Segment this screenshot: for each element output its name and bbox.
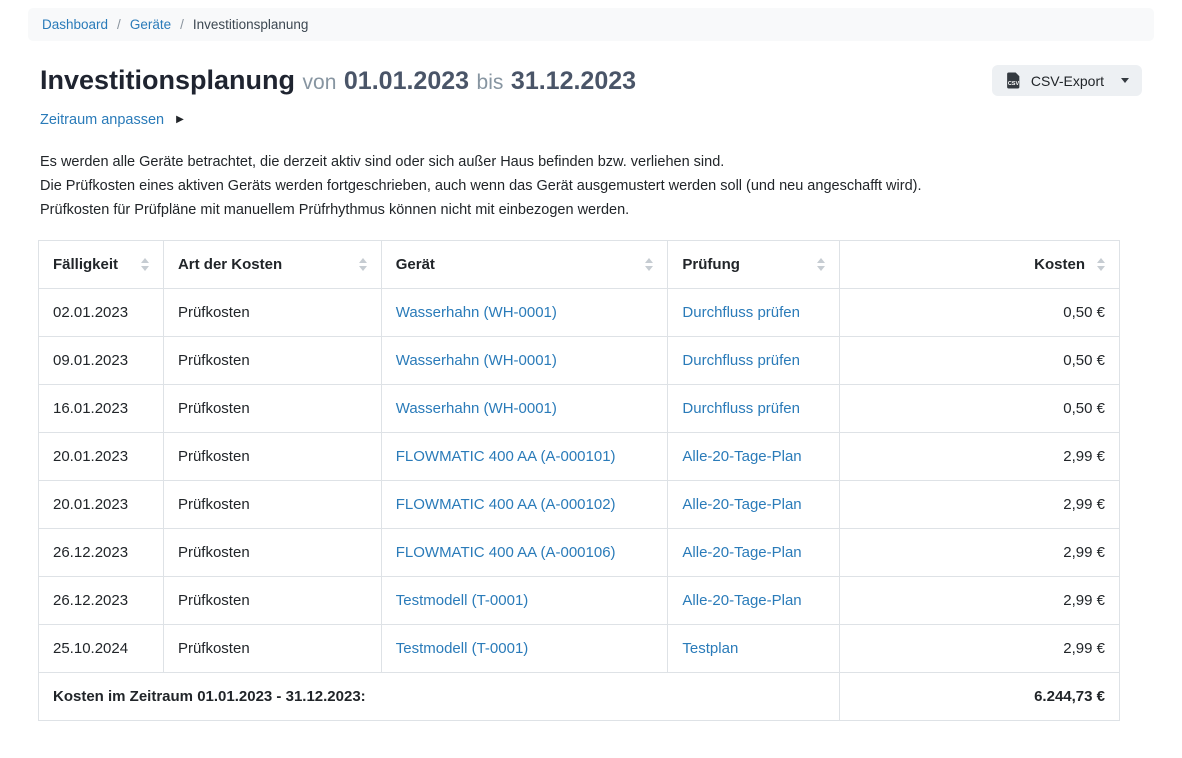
csv-export-button[interactable]: CSV CSV-Export: [992, 65, 1142, 96]
collapse-toggle-icon[interactable]: ▶: [176, 115, 184, 125]
csv-export-label: CSV-Export: [1031, 73, 1104, 89]
breadcrumb: Dashboard / Geräte / Investitionsplanung: [28, 8, 1154, 41]
page-title: Investitionsplanung von 01.01.2023 bis 3…: [40, 65, 636, 96]
column-header-art-der-kosten[interactable]: Art der Kosten: [163, 241, 381, 289]
breadcrumb-current: Investitionsplanung: [193, 17, 309, 32]
cell-art-der-kosten: Prüfkosten: [163, 577, 381, 625]
cell-art-der-kosten: Prüfkosten: [163, 625, 381, 673]
column-header-label: Fälligkeit: [53, 256, 118, 273]
intro-line-1: Es werden alle Geräte betrachtet, die de…: [40, 150, 1142, 174]
pruefung-link[interactable]: Alle-20-Tage-Plan: [682, 544, 801, 561]
geraet-link[interactable]: Wasserhahn (WH-0001): [396, 400, 557, 417]
csv-file-icon: CSV: [1005, 72, 1022, 89]
table-row: 26.12.2023 Prüfkosten Testmodell (T-0001…: [39, 577, 1120, 625]
cell-faelligkeit: 09.01.2023: [39, 337, 164, 385]
zeitraum-row: Zeitraum anpassen ▶: [40, 112, 1142, 128]
table-row: 25.10.2024 Prüfkosten Testmodell (T-0001…: [39, 625, 1120, 673]
pruefung-link[interactable]: Alle-20-Tage-Plan: [682, 496, 801, 513]
column-header-label: Art der Kosten: [178, 256, 282, 273]
breadcrumb-link-dashboard[interactable]: Dashboard: [42, 17, 108, 32]
column-header-faelligkeit[interactable]: Fälligkeit: [39, 241, 164, 289]
cell-faelligkeit: 26.12.2023: [39, 529, 164, 577]
table-row: 20.01.2023 Prüfkosten FLOWMATIC 400 AA (…: [39, 433, 1120, 481]
cell-kosten: 0,50 €: [840, 337, 1120, 385]
sort-icon: [141, 258, 149, 271]
column-header-kosten[interactable]: Kosten: [840, 241, 1120, 289]
date-to: 31.12.2023: [511, 67, 636, 95]
zeitraum-anpassen-link[interactable]: Zeitraum anpassen: [40, 112, 164, 128]
cell-kosten: 2,99 €: [840, 481, 1120, 529]
cell-art-der-kosten: Prüfkosten: [163, 481, 381, 529]
svg-text:CSV: CSV: [1008, 81, 1020, 87]
page-title-text: Investitionsplanung: [40, 65, 295, 95]
breadcrumb-separator: /: [180, 17, 184, 32]
intro-text: Es werden alle Geräte betrachtet, die de…: [40, 150, 1142, 222]
geraet-link[interactable]: Wasserhahn (WH-0001): [396, 352, 557, 369]
von-label: von: [303, 71, 337, 94]
sort-icon: [817, 258, 825, 271]
table-header-row: Fälligkeit Art der Kosten Gerät: [39, 241, 1120, 289]
intro-line-3: Prüfkosten für Prüfpläne mit manuellem P…: [40, 198, 1142, 222]
sort-icon: [1097, 258, 1105, 271]
pruefung-link[interactable]: Alle-20-Tage-Plan: [682, 592, 801, 609]
pruefung-link[interactable]: Testplan: [682, 640, 738, 657]
table-footer-row: Kosten im Zeitraum 01.01.2023 - 31.12.20…: [39, 673, 1120, 721]
cell-faelligkeit: 20.01.2023: [39, 433, 164, 481]
geraet-link[interactable]: Wasserhahn (WH-0001): [396, 304, 557, 321]
cell-art-der-kosten: Prüfkosten: [163, 289, 381, 337]
cell-kosten: 2,99 €: [840, 577, 1120, 625]
pruefung-link[interactable]: Durchfluss prüfen: [682, 352, 800, 369]
column-header-pruefung[interactable]: Prüfung: [668, 241, 840, 289]
column-header-label: Prüfung: [682, 256, 740, 273]
column-header-label: Gerät: [396, 256, 435, 273]
pruefung-link[interactable]: Durchfluss prüfen: [682, 304, 800, 321]
cell-kosten: 0,50 €: [840, 289, 1120, 337]
cell-art-der-kosten: Prüfkosten: [163, 529, 381, 577]
footer-total-value: 6.244,73 €: [840, 673, 1120, 721]
table-row: 09.01.2023 Prüfkosten Wasserhahn (WH-000…: [39, 337, 1120, 385]
cell-art-der-kosten: Prüfkosten: [163, 337, 381, 385]
date-from: 01.01.2023: [344, 67, 469, 95]
table-row: 16.01.2023 Prüfkosten Wasserhahn (WH-000…: [39, 385, 1120, 433]
footer-total-label: Kosten im Zeitraum 01.01.2023 - 31.12.20…: [39, 673, 840, 721]
table-row: 02.01.2023 Prüfkosten Wasserhahn (WH-000…: [39, 289, 1120, 337]
sort-icon: [645, 258, 653, 271]
cell-faelligkeit: 26.12.2023: [39, 577, 164, 625]
table-row: 20.01.2023 Prüfkosten FLOWMATIC 400 AA (…: [39, 481, 1120, 529]
title-row: Investitionsplanung von 01.01.2023 bis 3…: [40, 65, 1142, 96]
cell-kosten: 2,99 €: [840, 529, 1120, 577]
cell-faelligkeit: 16.01.2023: [39, 385, 164, 433]
cell-kosten: 2,99 €: [840, 433, 1120, 481]
geraet-link[interactable]: FLOWMATIC 400 AA (A-000102): [396, 496, 616, 513]
cell-art-der-kosten: Prüfkosten: [163, 433, 381, 481]
geraet-link[interactable]: Testmodell (T-0001): [396, 592, 529, 609]
column-header-geraet[interactable]: Gerät: [381, 241, 668, 289]
investment-table: Fälligkeit Art der Kosten Gerät: [38, 240, 1120, 721]
pruefung-link[interactable]: Alle-20-Tage-Plan: [682, 448, 801, 465]
geraet-link[interactable]: FLOWMATIC 400 AA (A-000101): [396, 448, 616, 465]
cell-art-der-kosten: Prüfkosten: [163, 385, 381, 433]
geraet-link[interactable]: Testmodell (T-0001): [396, 640, 529, 657]
cell-kosten: 2,99 €: [840, 625, 1120, 673]
bis-label: bis: [477, 71, 504, 94]
geraet-link[interactable]: FLOWMATIC 400 AA (A-000106): [396, 544, 616, 561]
cell-faelligkeit: 20.01.2023: [39, 481, 164, 529]
cell-faelligkeit: 02.01.2023: [39, 289, 164, 337]
sort-icon: [359, 258, 367, 271]
table-row: 26.12.2023 Prüfkosten FLOWMATIC 400 AA (…: [39, 529, 1120, 577]
column-header-label: Kosten: [1034, 256, 1085, 273]
cell-kosten: 0,50 €: [840, 385, 1120, 433]
cell-faelligkeit: 25.10.2024: [39, 625, 164, 673]
pruefung-link[interactable]: Durchfluss prüfen: [682, 400, 800, 417]
intro-line-2: Die Prüfkosten eines aktiven Geräts werd…: [40, 174, 1142, 198]
breadcrumb-separator: /: [117, 17, 121, 32]
breadcrumb-link-geraete[interactable]: Geräte: [130, 17, 171, 32]
chevron-down-icon: [1121, 78, 1129, 83]
